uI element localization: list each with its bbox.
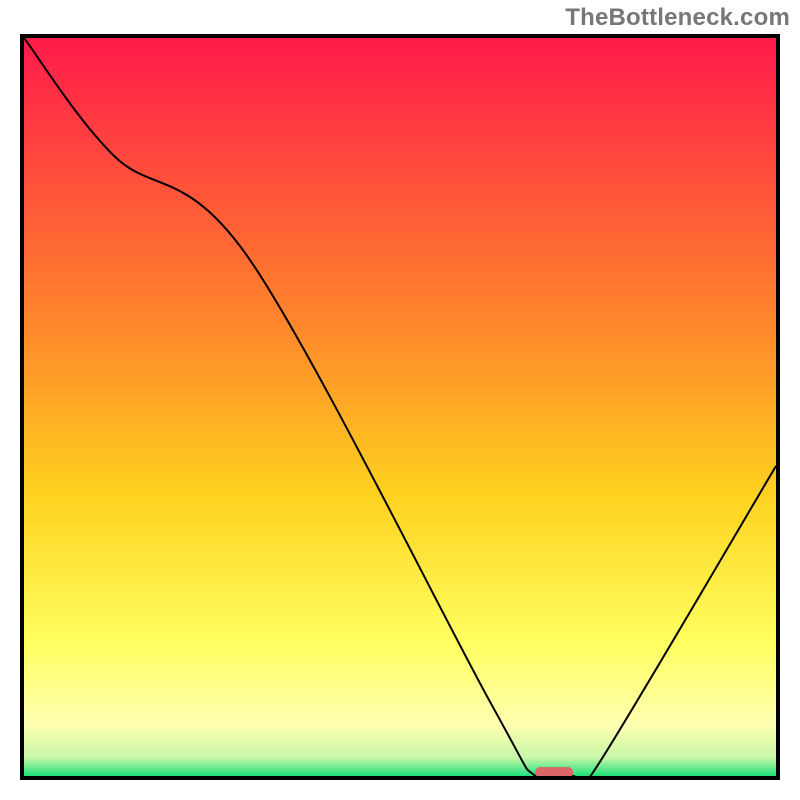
plot-area xyxy=(24,38,776,776)
watermark-text: TheBottleneck.com xyxy=(565,4,790,32)
plot-frame xyxy=(20,34,780,780)
chart-container: TheBottleneck.com xyxy=(0,0,800,800)
optimum-marker xyxy=(24,38,776,776)
